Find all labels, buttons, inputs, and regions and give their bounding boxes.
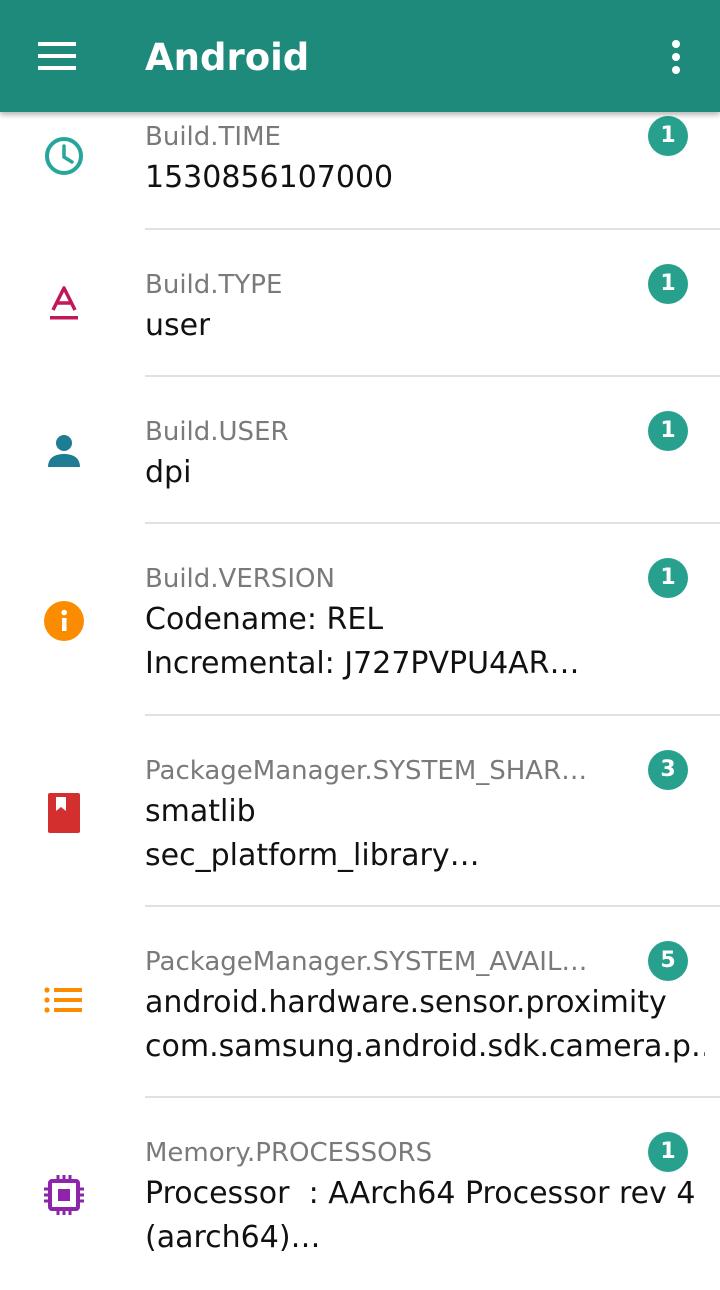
- item-value-line: Incremental: J727PVPU4AR…: [145, 646, 580, 681]
- book-icon: [42, 791, 86, 835]
- item-value-line: com.samsung.android.sdk.camera.p…: [145, 1029, 705, 1064]
- item-key: Memory.PROCESSORS: [145, 1138, 433, 1168]
- list-item-build-version[interactable]: Build.VERSION Codename: REL Incremental:…: [0, 524, 720, 716]
- list-item-build-type[interactable]: Build.TYPE user 1: [0, 230, 720, 377]
- more-vert-icon[interactable]: [648, 24, 704, 88]
- item-value-line: dpi: [145, 455, 192, 490]
- list-icon: [42, 982, 86, 1026]
- item-value-line: (aarch64)…: [145, 1220, 321, 1255]
- list-item-build-user[interactable]: Build.USER dpi 1: [0, 377, 720, 524]
- count-badge: 1: [648, 116, 688, 156]
- count-badge: 1: [648, 264, 688, 304]
- chip-icon: [42, 1173, 86, 1217]
- list-item-system-available-features[interactable]: PackageManager.SYSTEM_AVAIL… android.har…: [0, 907, 720, 1098]
- item-value-line: sec_platform_library…: [145, 838, 480, 873]
- page-title: Android: [145, 36, 310, 79]
- item-key: Build.USER: [145, 417, 289, 447]
- count-badge: 5: [648, 941, 688, 981]
- count-badge: 1: [648, 411, 688, 451]
- item-key: PackageManager.SYSTEM_SHAR…: [145, 756, 588, 786]
- hamburger-menu-icon[interactable]: [24, 24, 88, 88]
- app-bar: Android: [0, 0, 720, 112]
- person-icon: [42, 429, 86, 473]
- count-badge: 1: [648, 1132, 688, 1172]
- list-item-system-shared-libraries[interactable]: PackageManager.SYSTEM_SHAR… smatlib sec_…: [0, 716, 720, 907]
- item-value-line: smatlib: [145, 794, 256, 829]
- count-badge: 3: [648, 750, 688, 790]
- item-value-line: user: [145, 308, 211, 343]
- clock-icon: [42, 134, 86, 178]
- item-value-line: Processor : AArch64 Processor rev 4: [145, 1176, 696, 1211]
- list-item-memory-processors[interactable]: Memory.PROCESSORS Processor : AArch64 Pr…: [0, 1098, 720, 1290]
- item-key: Build.TIME: [145, 122, 281, 152]
- item-key: Build.VERSION: [145, 564, 335, 594]
- item-value-line: 1530856107000: [145, 160, 394, 195]
- count-badge: 1: [648, 558, 688, 598]
- property-list: Build.TIME 1530856107000 1 Build.TYPE us…: [0, 112, 720, 1290]
- item-value-line: android.hardware.sensor.proximity: [145, 985, 667, 1020]
- list-item-build-time[interactable]: Build.TIME 1530856107000 1: [0, 112, 720, 230]
- item-key: PackageManager.SYSTEM_AVAIL…: [145, 947, 588, 977]
- item-key: Build.TYPE: [145, 270, 283, 300]
- item-value-line: Codename: REL: [145, 602, 384, 637]
- info-icon: [42, 599, 86, 643]
- text-format-icon: [42, 282, 86, 326]
